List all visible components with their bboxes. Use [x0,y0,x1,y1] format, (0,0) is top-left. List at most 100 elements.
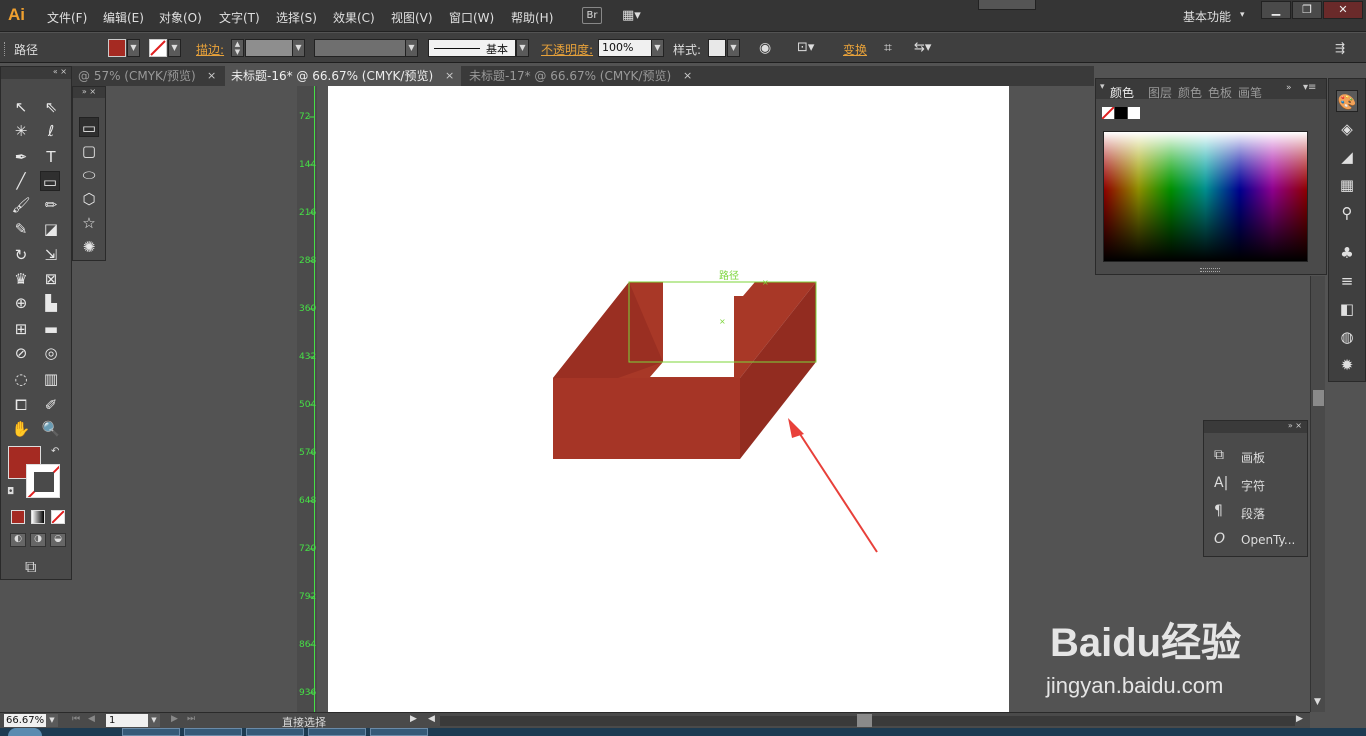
selection-tool-icon[interactable]: ↖ [11,97,31,117]
panel-expand-icon[interactable]: » [1286,83,1292,93]
artboard-number-field[interactable]: 1 [106,714,148,727]
pencil-tool-icon[interactable]: ✏ [41,195,61,215]
stroke-swatch[interactable] [149,39,167,57]
gradient-mode-button[interactable] [31,510,45,524]
opentype-panel-icon[interactable]: O [1214,531,1225,547]
scroll-down-icon[interactable]: ▼ [1314,697,1321,707]
last-artboard-button[interactable]: ⏭ [187,714,195,724]
panel-item-paragraph[interactable]: 段落 [1241,505,1265,522]
gradient-tool-icon[interactable]: ▬ [41,319,61,339]
tab-document-17[interactable]: 未标题-17* @ 66.67% (CMYK/预览) [463,66,699,86]
column-graph-tool-icon[interactable]: ▥ [41,369,61,389]
status-menu-arrow[interactable]: ▶ [410,714,417,724]
opacity-dropdown[interactable]: ▼ [651,39,664,57]
variable-width-dropdown[interactable]: ▼ [405,39,418,57]
screen-mode-icon[interactable]: ⧉ [25,557,36,577]
scale-tool-icon[interactable]: ⇲ [41,245,61,265]
slice-tool-icon[interactable]: ✐ [41,395,61,415]
artboard-tool-icon[interactable]: ⧠ [11,395,31,415]
default-colors-icon[interactable]: ◘ [7,487,14,497]
draw-normal-icon[interactable]: ◐ [10,533,26,547]
black-swatch[interactable] [1115,107,1127,119]
menu-window[interactable]: 窗口(W) [449,9,494,26]
swap-fill-stroke-icon[interactable]: ↶ [51,446,59,457]
tab-document-1[interactable]: @ 57% (CMYK/预览) [72,66,224,86]
panel-resize-grip[interactable] [1200,268,1220,272]
color-spectrum[interactable] [1103,131,1308,262]
stroke-panel-icon[interactable]: ≡ [1336,270,1358,292]
align-options-icon[interactable]: ⊡▾ [797,40,814,55]
close-window-button[interactable]: ✕ [1323,1,1363,19]
artboard-panel-icon[interactable]: ⧉ [1214,447,1224,463]
transform-link[interactable]: 变换 [843,41,867,58]
magic-wand-tool-icon[interactable]: ✳ [11,121,31,141]
tab-document-17-close[interactable]: × [683,69,692,82]
blend-tool-icon[interactable]: ◎ [41,343,61,363]
control-panel-menu-icon[interactable]: ⇶ [1335,41,1345,55]
tab-document-16-close[interactable]: × [445,69,454,82]
panel-collapse-icon[interactable]: ▾ [1100,82,1105,92]
taskbar-item[interactable] [246,728,304,736]
brush-definition[interactable]: 基本 [428,39,516,57]
rectangle-tool-icon[interactable]: ▭ [40,171,60,191]
isolate-object-icon[interactable]: ⌗ [884,40,892,56]
artboard[interactable]: 路径 × × [328,86,1009,712]
gradient-panel-icon[interactable]: ◧ [1336,298,1358,320]
restore-button[interactable]: ❐ [1292,1,1322,19]
taskbar-item[interactable] [308,728,366,736]
zoom-tool-icon[interactable]: 🔍 [41,419,61,439]
minimize-button[interactable]: ▁ [1261,1,1291,19]
menu-file[interactable]: 文件(F) [47,9,87,26]
character-panel-icon[interactable]: A| [1214,475,1228,491]
rounded-rectangle-icon[interactable]: ▢ [79,141,99,161]
workspace-chevron-icon[interactable]: ▾ [1240,10,1245,20]
stroke-weight-field[interactable] [245,39,293,57]
artwork-canvas[interactable]: 路径 × × [328,86,1009,712]
white-swatch[interactable] [1128,107,1140,119]
menu-help[interactable]: 帮助(H) [511,9,553,26]
flyout-header[interactable]: » × [73,87,105,98]
graphic-style-dropdown[interactable]: ▼ [727,39,740,57]
tab-swatches[interactable]: 色板 [1208,84,1232,101]
eraser-tool-icon[interactable]: ◪ [41,219,61,239]
appearance-icon[interactable]: ✹ [1336,354,1358,376]
recolor-artwork-icon[interactable]: ◉ [759,40,771,56]
path-options-icon[interactable]: ⇆▾ [914,40,931,55]
tab-layers[interactable]: 图层 [1148,84,1172,101]
color-guide-icon[interactable]: ◢ [1336,146,1358,168]
tab-brushes[interactable]: 画笔 [1238,84,1262,101]
shape-builder-tool-icon[interactable]: ⊕ [11,293,31,313]
panel-item-character[interactable]: 字符 [1241,477,1265,494]
flare-tool-icon[interactable]: ✺ [79,237,99,257]
start-button[interactable] [8,728,42,736]
arrange-documents-button[interactable]: ▦▾ [622,8,650,24]
first-artboard-button[interactable]: ⏮ [72,714,80,724]
color-panel-menu-icon[interactable]: ▾≡ [1303,82,1316,93]
taskbar-item[interactable] [184,728,242,736]
ellipse-tool-icon[interactable]: ⬭ [79,165,99,185]
rectangle-shape-icon[interactable]: ▭ [79,117,99,137]
tools-panel-header[interactable]: « × [1,67,71,79]
graphic-style-swatch[interactable] [708,39,726,57]
brush-dropdown[interactable]: ▼ [516,39,529,57]
panel-item-opentype[interactable]: OpenTy... [1241,533,1295,547]
mesh-tool-icon[interactable]: ⊞ [11,319,31,339]
menu-select[interactable]: 选择(S) [276,9,317,26]
transparency-icon[interactable]: ◍ [1336,326,1358,348]
free-transform-tool-icon[interactable]: ⊠ [41,269,61,289]
floating-panel-header[interactable]: » × [1204,421,1307,433]
artboard-dropdown[interactable]: ▼ [148,714,160,727]
vertical-scrollbar[interactable]: ▼ [1310,276,1325,712]
color-mode-button[interactable] [11,510,25,524]
bridge-button[interactable]: Br [582,7,602,24]
color-panel-icon[interactable]: 🎨 [1336,90,1358,112]
scroll-left-icon[interactable]: ◀ [428,714,435,724]
horizontal-scroll-thumb[interactable] [857,714,872,727]
scroll-right-icon[interactable]: ▶ [1296,714,1303,724]
zoom-dropdown[interactable]: ▼ [46,714,58,727]
vertical-scroll-thumb[interactable] [1313,390,1324,406]
workspace-switcher[interactable]: 基本功能 [1183,8,1231,25]
stroke-dropdown-arrow[interactable]: ▼ [168,39,181,57]
symbol-sprayer-tool-icon[interactable]: ◌ [11,369,31,389]
menu-effect[interactable]: 效果(C) [333,9,375,26]
